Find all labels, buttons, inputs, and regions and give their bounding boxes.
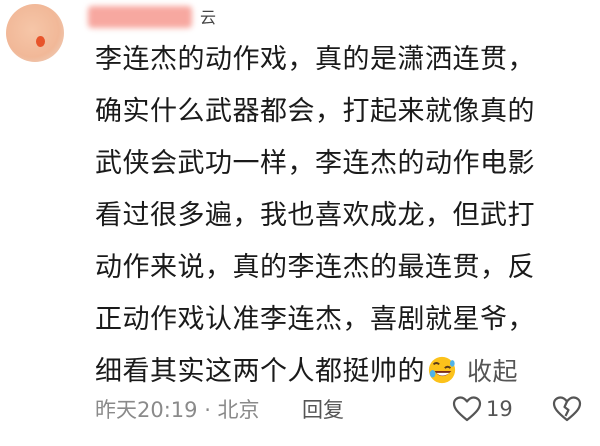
like-button[interactable]: 19 [452, 394, 513, 424]
timestamp-location: 昨天20:19 · 北京 [95, 398, 260, 422]
username-tail[interactable]: 云 [200, 4, 216, 28]
broken-heart-icon[interactable] [552, 394, 582, 424]
comment-line: 李连杰的动作戏，真的是潇洒连贯， [95, 44, 535, 75]
comment-line: 武侠会武功一样，李连杰的动作电影 [95, 148, 535, 179]
rolling-on-floor-laughing-icon [428, 356, 456, 384]
comment-body: 李连杰的动作戏，真的是潇洒连贯， 确实什么武器都会，打起来就像真的 武侠会武功一… [95, 34, 590, 398]
comment-line: 细看其实这两个人都挺帅的 [95, 356, 425, 387]
avatar-dot [36, 36, 45, 47]
comment-last-line: 细看其实这两个人都挺帅的 收起 [95, 346, 590, 398]
comment-line: 正动作戏认准李连杰，喜剧就星爷， [95, 304, 535, 335]
comment-line: 确实什么武器都会，打起来就像真的 [95, 96, 535, 127]
comment-line: 动作来说，真的李连杰的最连贯，反 [95, 252, 535, 283]
comment-item: 云 李连杰的动作戏，真的是潇洒连贯， 确实什么武器都会，打起来就像真的 武侠会武… [0, 0, 600, 446]
heart-icon [452, 396, 482, 422]
collapse-button[interactable]: 收起 [467, 346, 518, 398]
like-count: 19 [486, 397, 513, 421]
username-redacted[interactable] [88, 6, 192, 28]
avatar[interactable] [6, 4, 64, 62]
comment-line: 看过很多遍，我也喜欢成龙，但武打 [95, 200, 535, 231]
reply-button[interactable]: 回复 [302, 396, 344, 424]
